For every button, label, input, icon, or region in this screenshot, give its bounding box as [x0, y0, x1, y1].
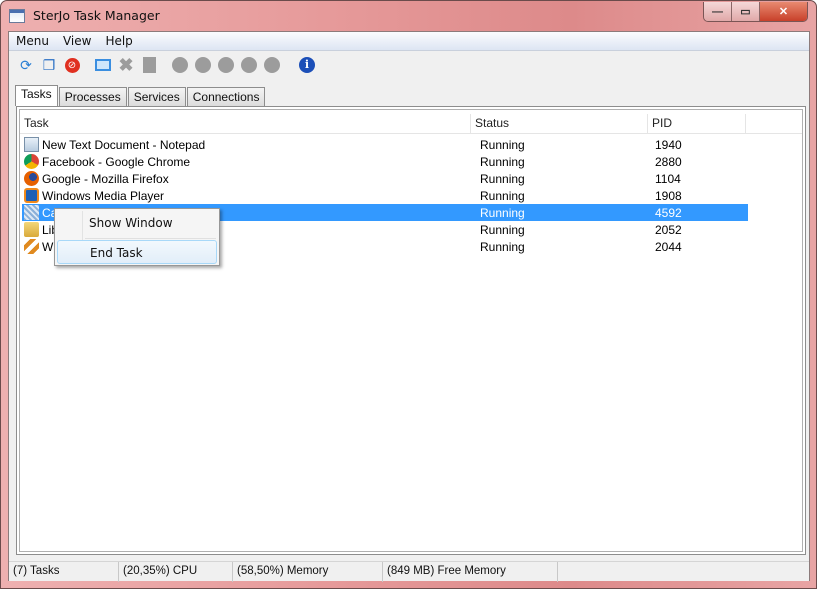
status-cell: Running [480, 154, 525, 169]
status-bar: (7) Tasks (20,35%) CPU (58,50%) Memory (… [9, 561, 809, 582]
status-free-memory: (849 MB) Free Memory [383, 562, 558, 582]
disabled-icon-2[interactable] [194, 56, 212, 74]
pid-cell: 2880 [655, 154, 682, 169]
menu-menu[interactable]: Menu [9, 32, 56, 50]
disabled-icon-5[interactable] [263, 56, 281, 74]
close-button[interactable]: ✕ [760, 2, 807, 21]
tasks-panel: Task Status PID New Text Document - Note… [16, 106, 806, 555]
minimize-button[interactable]: — [704, 2, 732, 21]
chrome-icon [24, 154, 39, 169]
status-cell: Running [480, 222, 525, 237]
notepad-icon [24, 137, 39, 152]
toolbar: ⟳ ❐ ⊘ ✖ i [17, 54, 316, 76]
task-cell: Windows Media Player [22, 188, 473, 203]
task-name: Windows Media Player [42, 188, 165, 203]
task-name: New Text Document - Notepad [42, 137, 206, 152]
show-window-menu-item[interactable]: Show Window [57, 211, 217, 235]
resize-grip[interactable] [558, 562, 809, 582]
window-title: SterJo Task Manager [33, 8, 160, 23]
task-row[interactable]: Google - Mozilla Firefox Running 1104 [22, 170, 748, 187]
status-cell: Running [480, 137, 525, 152]
disabled-icon-1[interactable] [171, 56, 189, 74]
tab-tasks[interactable]: Tasks [15, 85, 58, 106]
status-memory: (58,50%) Memory [233, 562, 383, 582]
menu-bar: Menu View Help [9, 32, 809, 51]
task-cell: Google - Mozilla Firefox [22, 171, 473, 186]
windows-icon[interactable]: ❐ [40, 56, 58, 74]
media-player-icon [24, 188, 39, 203]
pid-cell: 4592 [655, 205, 682, 220]
task-row[interactable]: New Text Document - Notepad Running 1940 [22, 136, 748, 153]
pid-cell: 1908 [655, 188, 682, 203]
column-status[interactable]: Status [471, 114, 648, 134]
column-task[interactable]: Task [20, 114, 471, 134]
task-name: Facebook - Google Chrome [42, 154, 191, 169]
refresh-icon[interactable]: ⟳ [17, 56, 35, 74]
maximize-button[interactable]: ▭ [732, 2, 760, 21]
window-icon[interactable] [94, 56, 112, 74]
task-cell: Facebook - Google Chrome [22, 154, 473, 169]
task-row[interactable]: Windows Media Player Running 1908 [22, 187, 748, 204]
end-task-menu-item[interactable]: End Task [57, 240, 217, 264]
pid-cell: 1104 [655, 171, 681, 186]
title-bar: SterJo Task Manager [9, 1, 160, 31]
disabled-icon-3[interactable] [217, 56, 235, 74]
task-cell: New Text Document - Notepad [22, 137, 473, 152]
app-icon [9, 9, 25, 23]
task-list[interactable]: Task Status PID New Text Document - Note… [19, 109, 803, 552]
context-menu: Show Window End Task [54, 208, 220, 266]
client-area: Menu View Help ⟳ ❐ ⊘ ✖ i Tasks Processes… [8, 31, 810, 582]
firefox-icon [24, 171, 39, 186]
document-icon[interactable] [140, 56, 158, 74]
pid-cell: 2052 [655, 222, 682, 237]
status-cell: Running [480, 205, 525, 220]
menu-view[interactable]: View [56, 32, 98, 50]
tab-strip: Tasks Processes Services Connections [15, 85, 266, 106]
tab-processes[interactable]: Processes [58, 87, 127, 106]
status-cell: Running [480, 239, 525, 254]
tab-connections[interactable]: Connections [186, 87, 266, 106]
task-name: Google - Mozilla Firefox [42, 171, 169, 186]
tab-services[interactable]: Services [127, 87, 186, 106]
menu-help[interactable]: Help [98, 32, 139, 50]
list-header: Task Status PID [20, 114, 802, 134]
pid-cell: 1940 [655, 137, 682, 152]
calculator-icon [24, 205, 39, 220]
status-tasks: (7) Tasks [9, 562, 119, 582]
status-cpu: (20,35%) CPU [119, 562, 233, 582]
disabled-icon-4[interactable] [240, 56, 258, 74]
info-icon[interactable]: i [298, 56, 316, 74]
status-cell: Running [480, 188, 525, 203]
stop-icon[interactable]: ⊘ [63, 56, 81, 74]
column-pid[interactable]: PID [648, 114, 746, 134]
folder-icon [24, 222, 39, 237]
task-row[interactable]: Facebook - Google Chrome Running 2880 [22, 153, 748, 170]
pid-cell: 2044 [655, 239, 682, 254]
status-cell: Running [480, 171, 525, 186]
app-icon [24, 239, 39, 254]
delete-icon[interactable]: ✖ [117, 55, 135, 75]
menu-separator [85, 238, 216, 239]
